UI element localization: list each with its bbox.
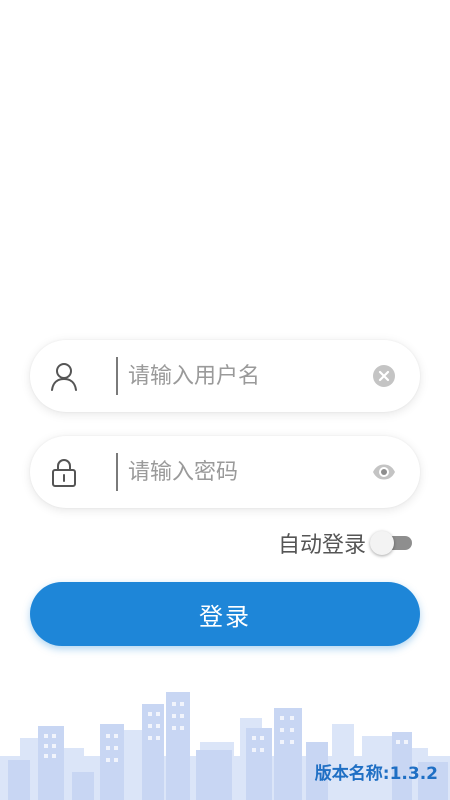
version-label: 版本名称:1.3.2	[314, 764, 438, 784]
login-button[interactable]: 登录	[30, 582, 420, 646]
clear-icon[interactable]	[372, 364, 396, 388]
field-divider	[116, 453, 118, 491]
eye-icon[interactable]	[372, 460, 396, 484]
field-divider	[116, 357, 118, 395]
username-input[interactable]	[128, 358, 378, 394]
username-field[interactable]	[30, 340, 420, 412]
auto-login-label: 自动登录	[277, 533, 366, 558]
auto-login-row: 自动登录	[278, 526, 412, 560]
user-icon	[51, 363, 77, 391]
lock-icon	[52, 459, 76, 487]
password-field[interactable]	[30, 436, 420, 508]
toggle-knob	[370, 531, 394, 555]
auto-login-toggle[interactable]	[370, 531, 412, 555]
password-input[interactable]	[128, 454, 378, 490]
